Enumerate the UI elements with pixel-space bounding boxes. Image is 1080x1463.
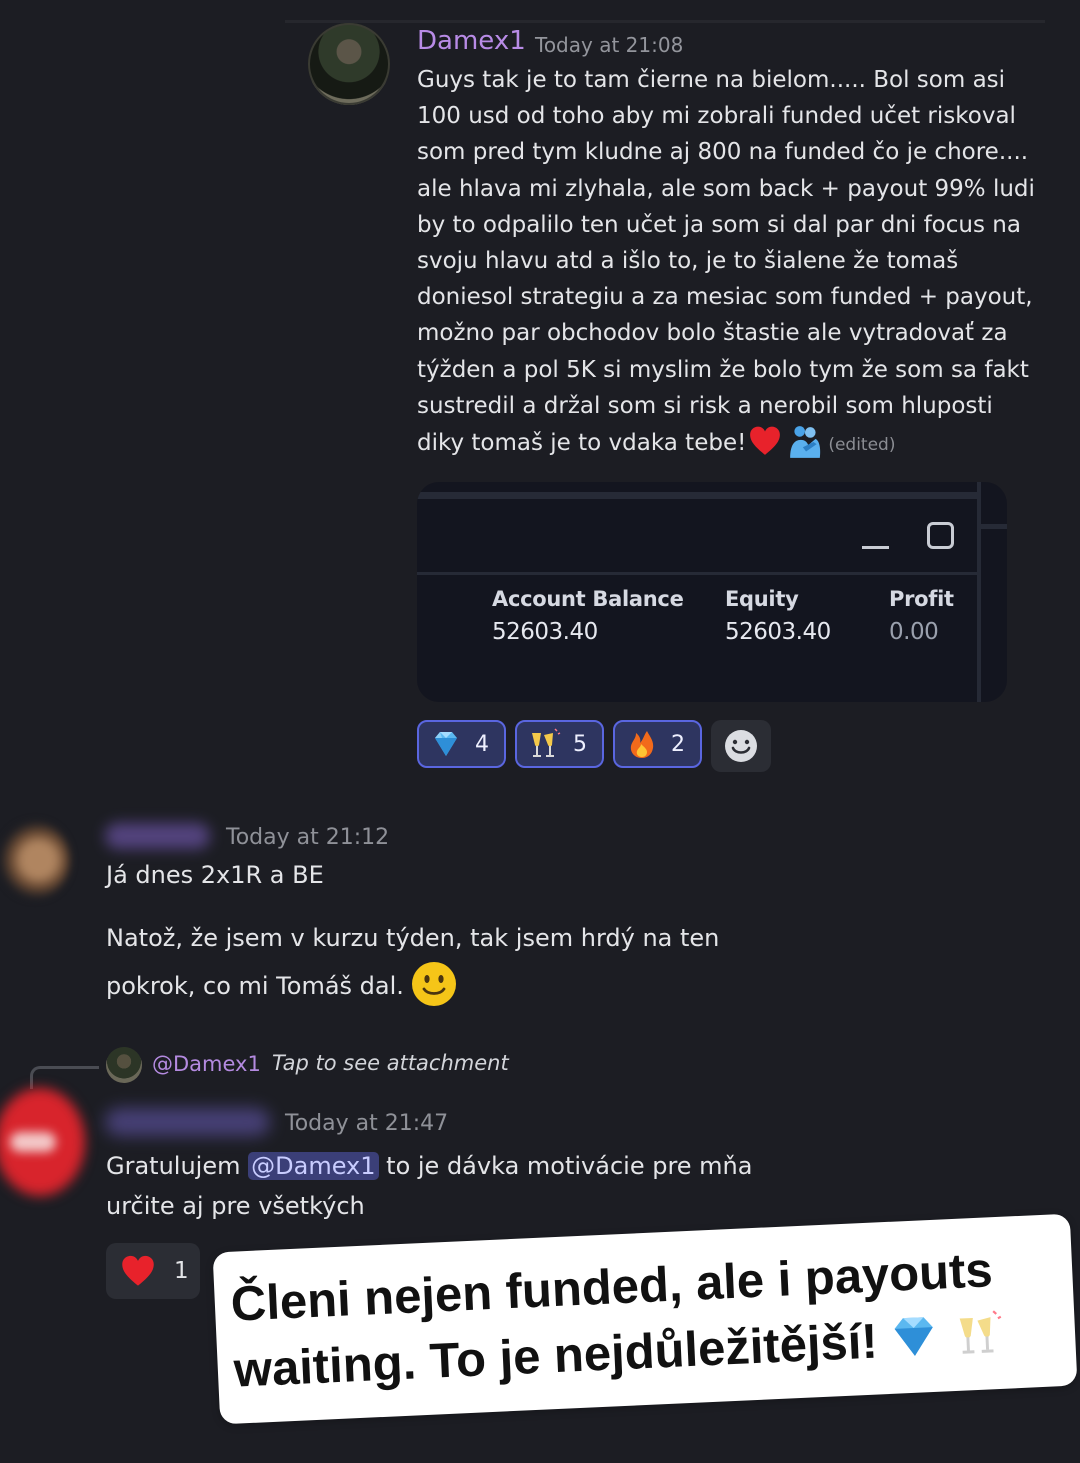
maximize-icon [927,522,954,549]
author-name[interactable]: Damex1 [417,26,526,56]
gem-icon [894,1317,934,1356]
reply-avatar[interactable] [106,1047,142,1083]
champagne-icon [959,1310,1002,1354]
reaction-bar: 1 [106,1243,200,1299]
message-text: Já dnes 2x1R a BE [106,861,324,889]
reply-mention[interactable]: @Damex1 [152,1052,261,1076]
red-heart-icon [122,1255,154,1286]
column-label: Equity [725,587,799,611]
column-label: Profit [889,587,954,611]
message-line: ale hlava mi zlyhala, ale som back + pay… [417,175,1035,202]
message-line: som pred tym kludne aj 800 na funded čo … [417,139,1029,166]
message-line: Guys tak je to tam čierne na bielom.....… [417,67,1006,93]
message-line: pokrok, co mi Tomáš dal. [106,972,404,1000]
message-line: týžden a pol 5K si myslim že bolo tym že… [417,356,1029,383]
avatar[interactable] [0,822,70,898]
divider [977,482,981,702]
message-text-suffix: to je dávka motivácie pre mňa [386,1152,753,1180]
timestamp: Today at 21:12 [226,825,390,850]
reply-preview[interactable]: Tap to see attachment [272,1051,509,1075]
edited-label: (edited) [828,435,896,456]
divider [981,524,1007,529]
hugging-people-icon [790,426,821,458]
column-value: 0.00 [889,619,939,645]
caption-sticker: Členi nejen funded, ale i payouts waitin… [212,1213,1078,1425]
reaction-count: 2 [671,731,685,757]
account-balance-column: Account Balance 52603.40 [492,587,684,645]
divider [417,492,977,499]
timestamp: Today at 21:47 [285,1111,449,1136]
champagne-icon [532,728,561,757]
blurred-author-name[interactable] [105,1108,270,1136]
user-mention[interactable]: @Damex1 [248,1152,379,1180]
message-line: 100 usd od toho aby mi zobrali funded uč… [417,103,1016,130]
caption-line: Členi nejen funded, ale i payouts [229,1243,994,1332]
message-line: Natož, že jsem v kurzu týden, tak jsem h… [106,924,720,952]
fire-icon [630,731,654,758]
reaction-count: 5 [573,731,587,757]
reaction-gem[interactable]: 4 [417,720,506,768]
add-reaction-button[interactable] [711,720,771,772]
reply-connector [30,1066,99,1089]
profit-column: Profit 0.00 [889,587,954,645]
minimize-icon [862,546,889,549]
blurred-author-name[interactable] [105,823,210,849]
message-text: Guys tak je to tam čierne na bielom.....… [417,62,1035,463]
divider [417,572,977,575]
reaction-champagne[interactable]: 5 [515,720,604,768]
divider [285,20,1045,23]
message-line: určite aj pre všetkých [106,1192,365,1220]
column-label: Account Balance [492,587,684,611]
message-line-last: diky tomaš je to vdaka tebe! (edited) [417,424,1017,463]
reaction-bar: 4 5 2 [417,720,771,772]
reaction-count: 4 [475,731,489,757]
slightly-smiling-face-icon [411,962,456,1006]
reaction-heart[interactable]: 1 [106,1243,200,1299]
message-line-text: diky tomaš je to vdaka tebe! [417,430,747,457]
message-line: by to odpalilo ten učet ja som si dal pa… [417,211,1021,238]
equity-column: Equity 52603.40 [725,587,831,645]
message-line: doniesol strategiu a za mesiac som funde… [417,284,1033,311]
message-text: Gratulujem @Damex1 to je dávka motivácie… [106,1146,806,1226]
reaction-count: 1 [174,1258,189,1284]
column-value: 52603.40 [725,619,831,645]
caption-text: Členi nejen funded, ale i payouts waitin… [229,1234,1064,1404]
add-reaction-icon [725,730,757,762]
image-attachment[interactable]: Account Balance 52603.40 Equity 52603.40… [417,482,1007,702]
avatar[interactable] [308,23,390,105]
message-line: sustredil a držal som si risk a nerobil … [417,392,993,419]
red-heart-icon [750,426,781,455]
message-text-prefix: Gratulujem [106,1152,241,1180]
reaction-fire[interactable]: 2 [613,720,702,768]
gem-icon [435,732,457,756]
timestamp: Today at 21:08 [535,33,684,57]
message-line: možno par obchodov bolo štastie ale vytr… [417,320,1008,347]
column-value: 52603.40 [492,619,598,645]
avatar-detail [10,1132,56,1152]
message-text: Natož, že jsem v kurzu týden, tak jsem h… [106,917,756,1008]
message-line: svoju hlavu atd a išlo to, je to šialene… [417,248,959,275]
